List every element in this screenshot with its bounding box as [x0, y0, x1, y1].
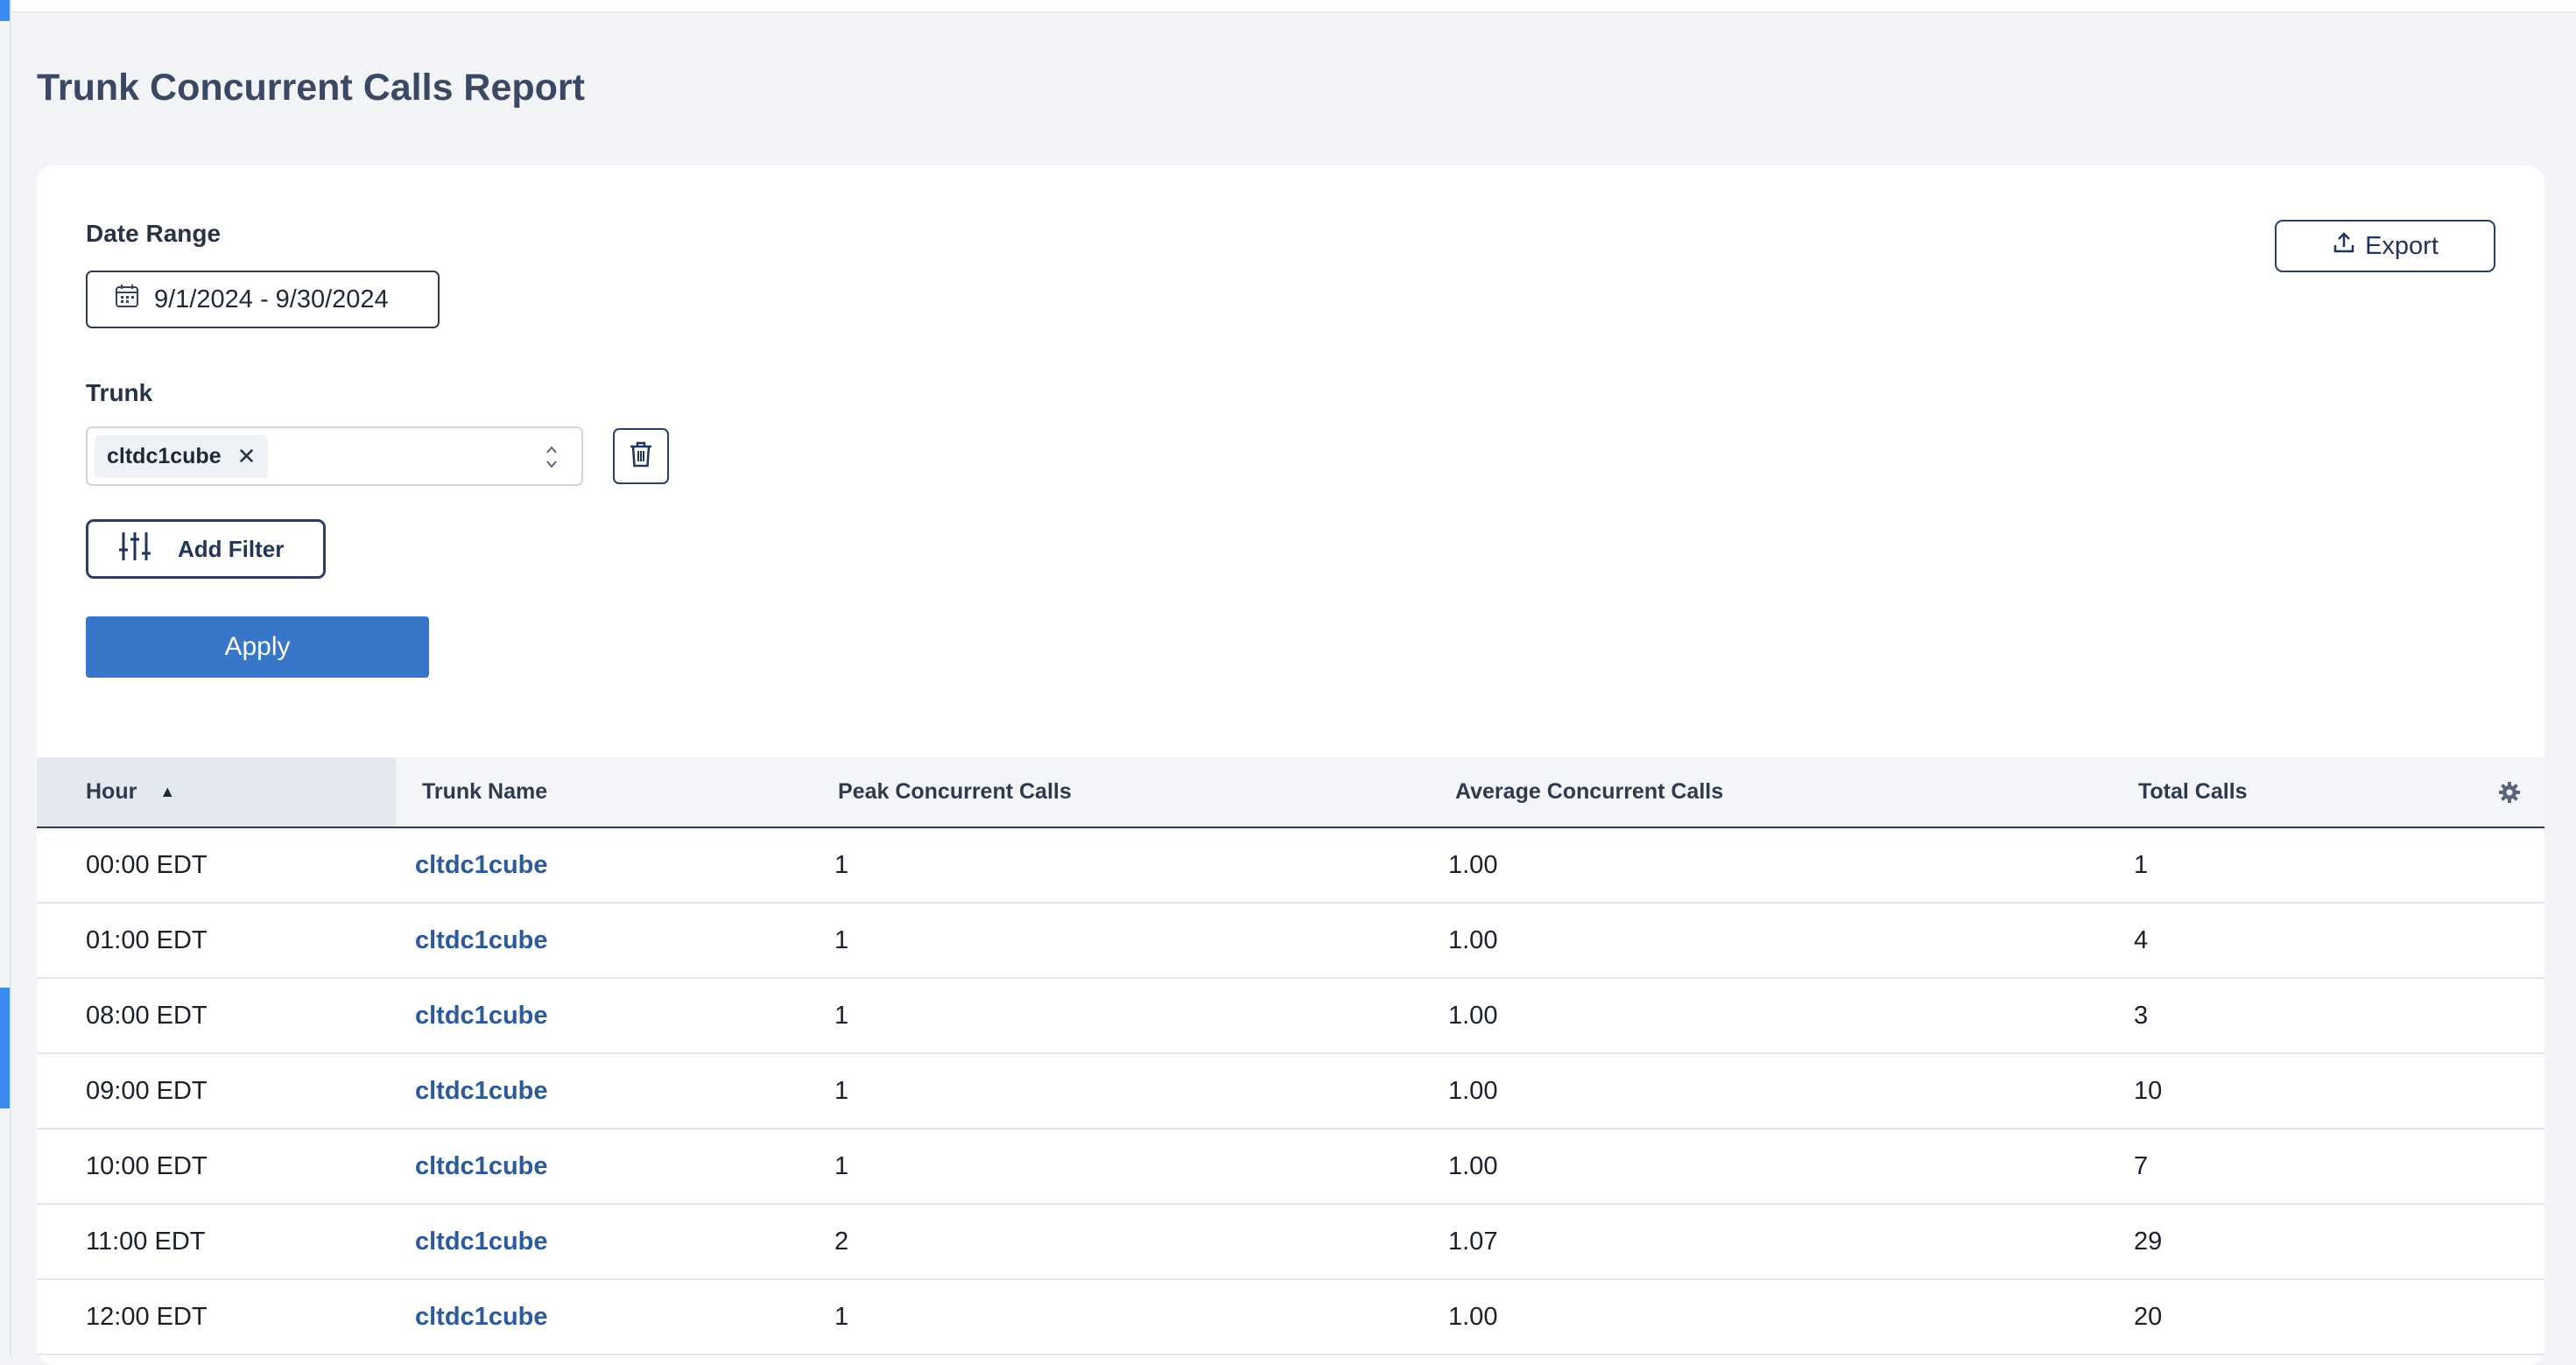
- cell-peak-concurrent-calls: 1: [834, 1151, 849, 1180]
- column-header-total-calls[interactable]: Total Calls: [2138, 757, 2248, 827]
- cell-peak-concurrent-calls: 1: [834, 1302, 849, 1331]
- sidebar-edge: [10, 0, 11, 1355]
- table-row: 11:00 EDT cltdc1cube 2 1.07 29: [37, 1205, 2544, 1280]
- cell-average-concurrent-calls: 1.00: [1448, 1151, 1498, 1180]
- sliders-icon: [118, 531, 151, 568]
- table-row: 08:00 EDT cltdc1cube 1 1.00 3: [37, 979, 2544, 1054]
- cell-hour: 08:00 EDT: [86, 1001, 208, 1030]
- trunk-chip: cltdc1cube ✕: [95, 434, 269, 478]
- cell-total-calls: 1: [2134, 850, 2149, 879]
- table-header: Hour ▲ Trunk Name Peak Concurrent Calls …: [37, 757, 2544, 828]
- cell-average-concurrent-calls: 1.00: [1448, 1302, 1498, 1331]
- trunk-name-link[interactable]: cltdc1cube: [415, 1054, 548, 1128]
- delete-filter-button[interactable]: [613, 428, 669, 484]
- cell-average-concurrent-calls: 1.00: [1448, 1076, 1498, 1105]
- column-header-trunk-name[interactable]: Trunk Name: [422, 757, 547, 827]
- page-title: Trunk Concurrent Calls Report: [37, 67, 585, 109]
- export-label: Export: [2365, 231, 2439, 260]
- cell-total-calls: 20: [2134, 1302, 2163, 1331]
- report-table: Hour ▲ Trunk Name Peak Concurrent Calls …: [37, 757, 2544, 1355]
- cell-hour: 12:00 EDT: [86, 1302, 208, 1331]
- chevron-up-down-icon: [545, 442, 559, 472]
- table-row: 01:00 EDT cltdc1cube 1 1.00 4: [37, 904, 2544, 979]
- report-card: Date Range 9/1/2024 - 9/30/2024 Export T…: [37, 165, 2544, 1365]
- column-header-peak-concurrent-calls[interactable]: Peak Concurrent Calls: [838, 757, 1072, 827]
- table-body: 00:00 EDT cltdc1cube 1 1.00 1 01:00 EDT cltdc1…: [37, 828, 2544, 1355]
- trunk-name-link[interactable]: cltdc1cube: [415, 828, 548, 902]
- cell-total-calls: 29: [2134, 1227, 2163, 1256]
- top-bar: [0, 0, 2576, 13]
- cell-peak-concurrent-calls: 2: [834, 1227, 849, 1256]
- column-header-average-concurrent-calls[interactable]: Average Concurrent Calls: [1455, 757, 1723, 827]
- export-button[interactable]: Export: [2275, 220, 2495, 272]
- cell-peak-concurrent-calls: 1: [834, 850, 849, 879]
- cell-hour: 11:00 EDT: [86, 1227, 206, 1256]
- trunk-label: Trunk: [86, 379, 153, 406]
- trunk-select[interactable]: cltdc1cube ✕: [86, 426, 583, 486]
- sidebar-accent-active: [0, 988, 10, 1108]
- trash-icon: [628, 440, 654, 473]
- table-row: 00:00 EDT cltdc1cube 1 1.00 1: [37, 828, 2544, 904]
- cell-total-calls: 7: [2134, 1151, 2149, 1180]
- cell-average-concurrent-calls: 1.00: [1448, 925, 1498, 954]
- calendar-icon: [114, 283, 140, 316]
- date-range-value: 9/1/2024 - 9/30/2024: [154, 285, 389, 313]
- cell-average-concurrent-calls: 1.07: [1448, 1227, 1498, 1256]
- cell-peak-concurrent-calls: 1: [834, 925, 849, 954]
- cell-hour: 10:00 EDT: [86, 1151, 208, 1180]
- date-range-picker[interactable]: 9/1/2024 - 9/30/2024: [86, 271, 440, 328]
- gear-icon[interactable]: [2499, 782, 2520, 803]
- cell-average-concurrent-calls: 1.00: [1448, 850, 1498, 879]
- trunk-name-link[interactable]: cltdc1cube: [415, 1280, 548, 1354]
- apply-label: Apply: [224, 632, 291, 661]
- apply-button[interactable]: Apply: [86, 616, 429, 678]
- cell-hour: 01:00 EDT: [86, 925, 208, 954]
- cell-total-calls: 3: [2134, 1001, 2149, 1030]
- table-row: 09:00 EDT cltdc1cube 1 1.00 10: [37, 1054, 2544, 1129]
- cell-hour: 09:00 EDT: [86, 1076, 208, 1105]
- cell-average-concurrent-calls: 1.00: [1448, 1001, 1498, 1030]
- upload-icon: [2332, 230, 2356, 262]
- table-row: 10:00 EDT cltdc1cube 1 1.00 7: [37, 1129, 2544, 1205]
- cell-peak-concurrent-calls: 1: [834, 1001, 849, 1030]
- trunk-chip-label: cltdc1cube: [107, 443, 222, 468]
- date-range-label: Date Range: [86, 220, 222, 247]
- sort-ascending-icon: ▲: [159, 783, 176, 800]
- cell-total-calls: 10: [2134, 1076, 2163, 1105]
- cell-hour: 00:00 EDT: [86, 850, 208, 879]
- table-row: 12:00 EDT cltdc1cube 1 1.00 20: [37, 1280, 2544, 1355]
- cell-total-calls: 4: [2134, 925, 2149, 954]
- add-filter-label: Add Filter: [178, 535, 285, 562]
- trunk-name-link[interactable]: cltdc1cube: [415, 979, 548, 1052]
- trunk-name-link[interactable]: cltdc1cube: [415, 1205, 548, 1278]
- close-icon[interactable]: ✕: [237, 445, 257, 468]
- trunk-name-link[interactable]: cltdc1cube: [415, 1129, 548, 1203]
- add-filter-button[interactable]: Add Filter: [86, 519, 326, 579]
- column-header-hour[interactable]: Hour ▲: [37, 757, 396, 827]
- trunk-name-link[interactable]: cltdc1cube: [415, 904, 548, 977]
- cell-peak-concurrent-calls: 1: [834, 1076, 849, 1105]
- sidebar-accent-top: [0, 0, 10, 21]
